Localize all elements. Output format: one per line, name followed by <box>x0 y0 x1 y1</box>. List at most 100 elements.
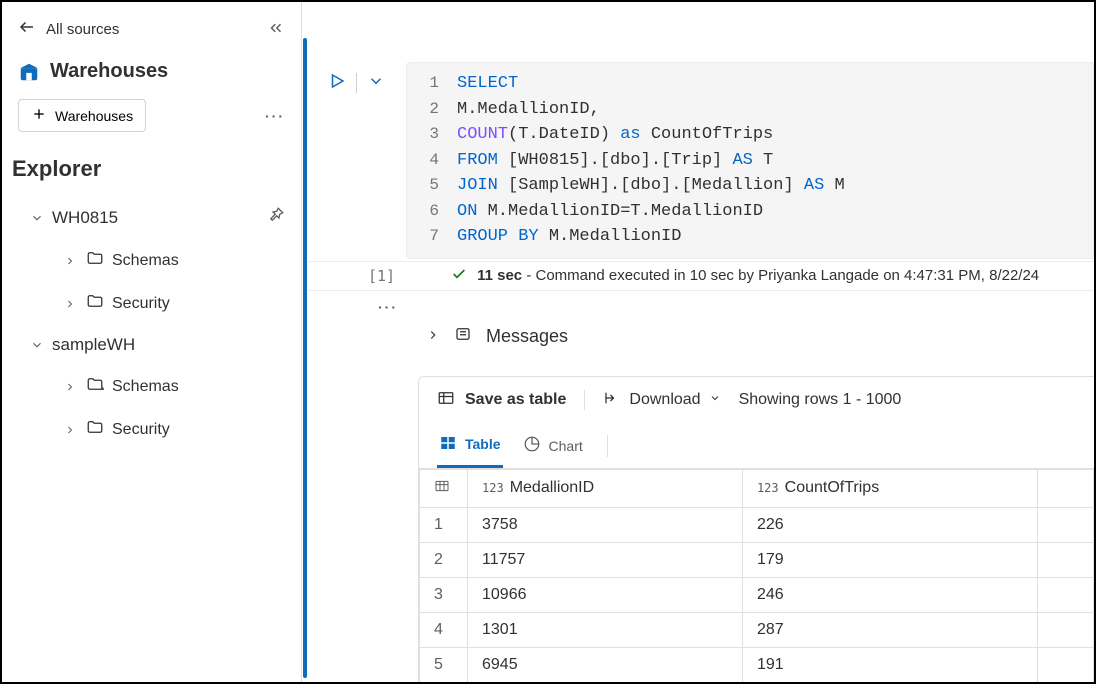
line-number: 7 <box>407 224 457 248</box>
tree-item-label: Security <box>112 421 285 439</box>
cell-empty <box>1037 647 1094 682</box>
cell: 179 <box>742 542 1037 577</box>
line-number: 2 <box>407 97 457 121</box>
tree-item-label: Schemas <box>112 378 285 396</box>
row-index: 2 <box>420 542 468 577</box>
column-header[interactable]: 123 CountOfTrips <box>742 469 1037 507</box>
messages-label: Messages <box>486 326 568 347</box>
download-button[interactable]: Download <box>603 389 720 412</box>
cell-empty <box>1037 542 1094 577</box>
code-text: FROM [WH0815].[dbo].[Trip] AS T <box>457 148 773 174</box>
chevron-right-icon <box>64 424 78 436</box>
chevron-right-icon <box>64 298 78 310</box>
back-label: All sources <box>46 21 119 38</box>
separator <box>584 390 585 410</box>
row-index: 3 <box>420 577 468 612</box>
code-text: M.MedallionID, <box>457 97 600 123</box>
col-name: MedallionID <box>510 479 594 497</box>
code-line: 3COUNT(T.DateID) as CountOfTrips <box>407 122 1093 148</box>
tree-item-label: Schemas <box>112 252 285 270</box>
warehouses-title: Warehouses <box>50 60 168 83</box>
tree-item-security[interactable]: Security <box>2 408 301 451</box>
folder-icon <box>86 375 104 398</box>
table-icon <box>439 434 457 455</box>
run-button[interactable] <box>328 72 346 93</box>
tab-table[interactable]: Table <box>437 424 503 468</box>
messages-icon <box>454 325 472 348</box>
chevron-right-icon <box>64 255 78 267</box>
table-row[interactable]: 211757179 <box>420 542 1094 577</box>
code-line: 4FROM [WH0815].[dbo].[Trip] AS T <box>407 148 1093 174</box>
messages-section[interactable]: Messages <box>308 315 1094 358</box>
pin-icon[interactable] <box>267 206 285 229</box>
tree-item-label: Security <box>112 295 285 313</box>
tab-table-label: Table <box>465 436 501 452</box>
table-row[interactable]: 310966246 <box>420 577 1094 612</box>
code-line: 6ON M.MedallionID=T.MedallionID <box>407 199 1093 225</box>
line-number: 4 <box>407 148 457 172</box>
cell: 191 <box>742 647 1037 682</box>
tree-item-wh0815[interactable]: WH0815 <box>2 196 301 239</box>
row-index: 5 <box>420 647 468 682</box>
table-row[interactable]: 41301287 <box>420 612 1094 647</box>
tree-item-schemas[interactable]: Schemas <box>2 239 301 282</box>
back-all-sources[interactable]: All sources <box>18 18 119 40</box>
table-save-icon <box>437 389 455 412</box>
results-corner[interactable] <box>420 469 468 507</box>
chevron-down-icon <box>30 211 44 225</box>
code-text: SELECT <box>457 71 518 97</box>
sidebar: All sources Warehouses Warehouses ··· Ex… <box>2 2 302 682</box>
table-row[interactable]: 13758226 <box>420 507 1094 542</box>
tab-chart-label: Chart <box>549 438 583 454</box>
plus-icon <box>31 106 47 125</box>
exec-duration: 11 sec <box>477 267 522 284</box>
tree-item-security[interactable]: Security <box>2 282 301 325</box>
results-table: 123MedallionID 123CountOfTrips 137582262… <box>419 469 1094 683</box>
save-as-table-label: Save as table <box>465 391 566 409</box>
collapse-sidebar-icon[interactable] <box>267 19 285 40</box>
tab-chart[interactable]: Chart <box>521 425 585 466</box>
table-row[interactable]: 56945191 <box>420 647 1094 682</box>
exec-message: - Command executed in 10 sec by Priyanka… <box>522 267 1039 284</box>
cell: 287 <box>742 612 1037 647</box>
cell-more-icon[interactable]: ··· <box>378 299 1094 315</box>
add-warehouses-button[interactable]: Warehouses <box>18 99 146 132</box>
cell: 226 <box>742 507 1037 542</box>
code-text: COUNT(T.DateID) as CountOfTrips <box>457 122 773 148</box>
explorer-tree: WH0815 Schemas Security sampleWH <box>2 192 301 455</box>
execution-status: [1] 11 sec - Command executed in 10 sec … <box>308 261 1094 291</box>
code-line: 7GROUP BY M.MedallionID <box>407 224 1093 250</box>
code-editor[interactable]: 1SELECT2M.MedallionID,3COUNT(T.DateID) a… <box>406 62 1094 259</box>
row-index: 1 <box>420 507 468 542</box>
cell-index: [1] <box>368 267 395 285</box>
rowcount-label: Showing rows 1 - 1000 <box>739 391 902 409</box>
arrow-left-icon <box>18 18 36 40</box>
main-content: 1SELECT2M.MedallionID,3COUNT(T.DateID) a… <box>308 2 1094 682</box>
code-text: GROUP BY M.MedallionID <box>457 224 681 250</box>
separator <box>356 73 357 93</box>
line-number: 5 <box>407 173 457 197</box>
cell: 6945 <box>468 647 743 682</box>
folder-icon <box>86 292 104 315</box>
download-label: Download <box>629 391 700 409</box>
save-as-table-button[interactable]: Save as table <box>437 389 566 412</box>
tree-item-samplewh[interactable]: sampleWH <box>2 325 301 365</box>
warehouse-icon <box>18 61 40 83</box>
line-number: 3 <box>407 122 457 146</box>
cell: 246 <box>742 577 1037 612</box>
tree-item-schemas[interactable]: Schemas <box>2 365 301 408</box>
col-type: 123 <box>482 481 504 495</box>
col-type: 123 <box>757 481 779 495</box>
run-dropdown[interactable] <box>367 72 385 93</box>
chevron-down-icon <box>30 338 44 352</box>
code-text: ON M.MedallionID=T.MedallionID <box>457 199 763 225</box>
line-number: 1 <box>407 71 457 95</box>
check-icon <box>451 266 467 286</box>
col-name: CountOfTrips <box>785 479 880 497</box>
cell: 1301 <box>468 612 743 647</box>
sidebar-more-icon[interactable]: ··· <box>265 108 285 124</box>
chevron-right-icon <box>64 381 78 393</box>
code-text: JOIN [SampleWH].[dbo].[Medallion] AS M <box>457 173 845 199</box>
chevron-right-icon <box>426 326 440 347</box>
column-header[interactable]: 123 MedallionID <box>468 469 743 507</box>
